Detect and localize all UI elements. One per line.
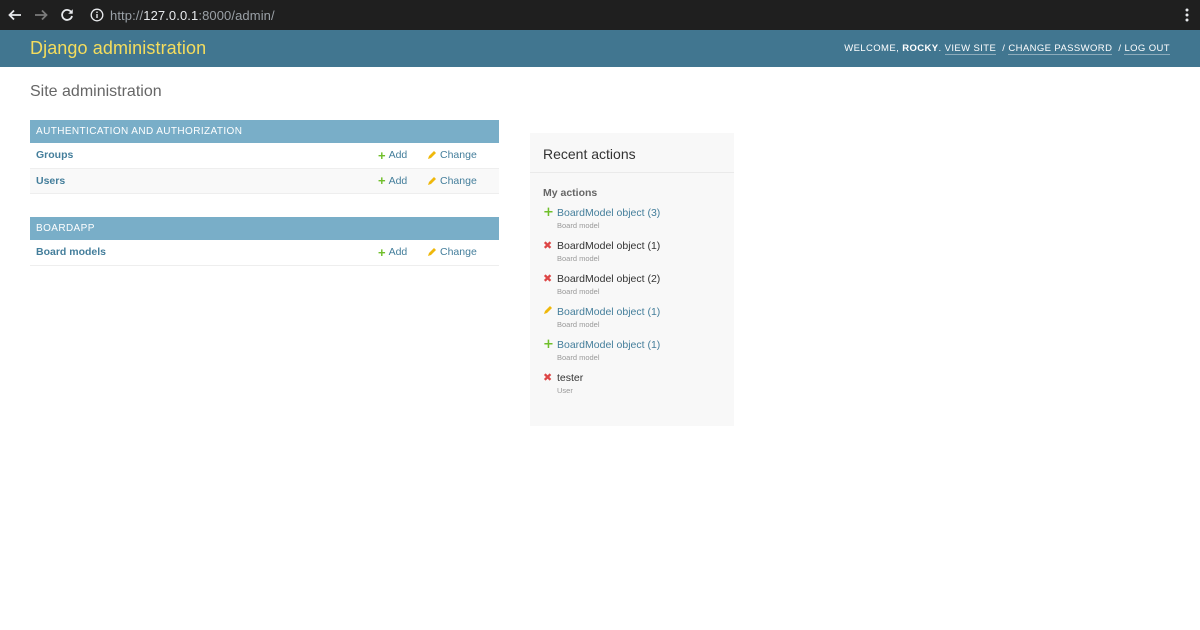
change-button[interactable]: Change	[427, 246, 487, 258]
module-auth: AUTHENTICATION AND AUTHORIZATION Groups …	[30, 120, 499, 194]
module-caption[interactable]: AUTHENTICATION AND AUTHORIZATION	[30, 120, 499, 143]
action-type: User	[557, 386, 573, 395]
plus-icon: +	[378, 244, 386, 260]
recent-actions-panel: Recent actions My actions + BoardModel o…	[530, 133, 734, 426]
user-tools: WELCOME, ROCKY. VIEW SITE / CHANGE PASSWO…	[844, 43, 1170, 55]
change-button[interactable]: Change	[427, 149, 487, 161]
address-bar[interactable]: http://127.0.0.1:8000/admin/	[90, 0, 275, 30]
browser-toolbar: http://127.0.0.1:8000/admin/	[0, 0, 1200, 30]
change-button[interactable]: Change	[427, 175, 487, 187]
action-type: Board model	[557, 320, 600, 329]
action-type: Board model	[557, 221, 600, 230]
recent-actions-title: Recent actions	[530, 133, 734, 173]
model-link-groups[interactable]: Groups	[30, 149, 378, 161]
action-item: ✖ BoardModel object (1) Board model	[530, 239, 734, 272]
action-name: tester	[557, 372, 584, 384]
my-actions-heading: My actions	[543, 187, 598, 199]
table-row: Groups + Add Change	[30, 143, 499, 169]
info-icon[interactable]	[90, 8, 104, 22]
reload-button[interactable]	[54, 0, 80, 30]
plus-icon: +	[378, 147, 386, 163]
page-title: Site administration	[30, 83, 162, 100]
welcome-text: WELCOME,	[844, 43, 900, 54]
username: ROCKY	[902, 43, 939, 54]
action-item: ✖ BoardModel object (2) Board model	[530, 272, 734, 305]
arrow-right-icon	[35, 9, 48, 21]
action-item: + BoardModel object (1) Board model	[530, 338, 734, 371]
module-boardapp: BOARDAPP Board models + Add Change	[30, 217, 499, 266]
add-button[interactable]: + Add	[378, 174, 427, 187]
url-host: 127.0.0.1	[143, 7, 199, 23]
change-label: Change	[440, 174, 477, 187]
action-item: BoardModel object (1) Board model	[530, 305, 734, 338]
action-type: Board model	[557, 254, 600, 263]
add-label: Add	[388, 174, 408, 187]
back-button[interactable]	[2, 0, 28, 30]
action-link[interactable]: BoardModel object (1)	[557, 305, 660, 319]
model-link-board-models[interactable]: Board models	[30, 246, 378, 258]
log-out-link[interactable]: LOG OUT	[1124, 43, 1170, 55]
admin-header: Django administration WELCOME, ROCKY. VI…	[0, 30, 1200, 67]
table-row: Users + Add Change	[30, 168, 499, 194]
add-label: Add	[388, 246, 408, 259]
action-name: BoardModel object (1)	[557, 240, 661, 252]
action-name: BoardModel object (2)	[557, 273, 661, 285]
action-link[interactable]: BoardModel object (3)	[557, 206, 660, 220]
more-menu-icon[interactable]	[1184, 7, 1190, 23]
delete-icon: ✖	[543, 371, 553, 384]
action-type: Board model	[557, 353, 600, 362]
forward-button[interactable]	[28, 0, 54, 30]
action-link[interactable]: BoardModel object (1)	[557, 338, 660, 352]
add-icon: +	[543, 205, 554, 220]
add-button[interactable]: + Add	[378, 246, 427, 259]
delete-icon: ✖	[543, 272, 553, 285]
url-path: :8000/admin/	[198, 7, 275, 23]
add-label: Add	[388, 149, 408, 162]
change-icon	[543, 305, 557, 338]
url-scheme: http://	[110, 7, 144, 23]
site-branding[interactable]: Django administration	[30, 38, 206, 59]
action-item: ✖ tester User	[530, 371, 734, 404]
action-item: + BoardModel object (3) Board model	[530, 206, 734, 239]
view-site-link[interactable]: VIEW SITE	[944, 43, 997, 55]
change-label: Change	[440, 149, 477, 162]
arrow-left-icon	[8, 9, 21, 21]
main-content: Site administration AUTHENTICATION AND A…	[0, 83, 1200, 426]
pencil-icon	[427, 176, 437, 186]
pencil-icon	[427, 150, 437, 160]
add-icon: +	[543, 337, 554, 352]
model-link-users[interactable]: Users	[30, 175, 378, 187]
url-text[interactable]: http://127.0.0.1:8000/admin/	[110, 8, 275, 23]
change-password-link[interactable]: CHANGE PASSWORD	[1008, 43, 1113, 55]
change-label: Change	[440, 246, 477, 259]
module-caption[interactable]: BOARDAPP	[30, 217, 499, 240]
plus-icon: +	[378, 173, 386, 189]
add-button[interactable]: + Add	[378, 149, 427, 162]
table-row: Board models + Add Change	[30, 240, 499, 266]
reload-icon	[61, 9, 73, 21]
pencil-icon	[427, 247, 437, 257]
delete-icon: ✖	[543, 239, 553, 252]
action-type: Board model	[557, 287, 600, 296]
